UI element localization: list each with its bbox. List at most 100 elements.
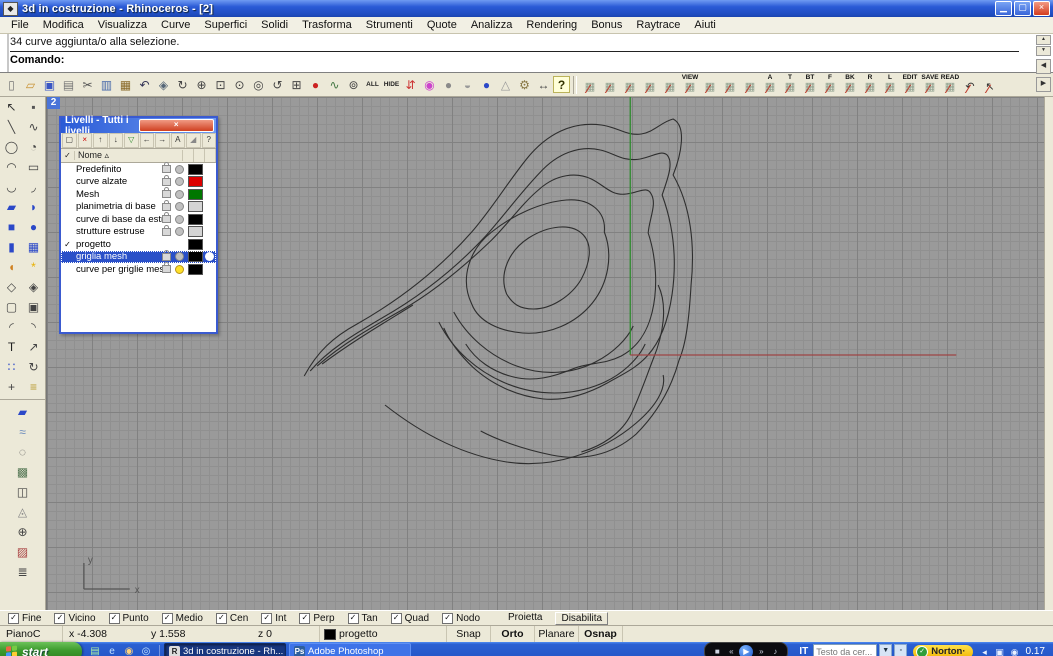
surface-sweep-icon[interactable]: ◗ bbox=[23, 197, 45, 217]
current-layer-chip[interactable]: progetto bbox=[319, 626, 447, 642]
osnap-checkbox-item[interactable]: ✓ Perp bbox=[299, 613, 334, 624]
arc-blend-icon[interactable]: ◞ bbox=[23, 177, 45, 197]
contour-curve[interactable] bbox=[322, 305, 413, 364]
trim-icon[interactable]: ◇ bbox=[1, 277, 23, 297]
layer-help-icon[interactable]: ? bbox=[202, 133, 217, 148]
save-icon[interactable]: ▣ bbox=[40, 75, 59, 94]
layer-color-swatch[interactable] bbox=[188, 189, 203, 200]
layer-color-swatch[interactable] bbox=[188, 164, 203, 175]
task-button[interactable]: R 3d in costruzione - Rh... bbox=[164, 643, 286, 656]
lock-icon[interactable] bbox=[162, 178, 171, 186]
command-scroll-right-button[interactable]: ▶ bbox=[1036, 77, 1051, 92]
contour-curve[interactable] bbox=[317, 175, 655, 379]
dimension-icon[interactable]: ↔ bbox=[534, 75, 553, 94]
osnap-checkbox-item[interactable]: ✓ Tan bbox=[348, 613, 378, 624]
osnap-checkbox-item[interactable]: ✓ Cen bbox=[216, 613, 248, 624]
layer-color-swatch[interactable] bbox=[188, 251, 203, 262]
mesh-undo-icon[interactable]: ↶ ∕ bbox=[960, 74, 980, 96]
undo-icon[interactable]: ↶ bbox=[135, 75, 154, 94]
zoom-lens-icon[interactable]: ◎ bbox=[249, 75, 268, 94]
command-scroll-left-button[interactable]: ◀ bbox=[1036, 59, 1051, 74]
mesh-grid-icon[interactable]: ▦ ∕ bbox=[620, 74, 640, 96]
extrude-icon[interactable]: ▰ bbox=[12, 402, 34, 422]
menu-item[interactable]: Solidi bbox=[254, 19, 295, 31]
checkbox-icon[interactable]: ✓ bbox=[54, 613, 65, 624]
ellipse-icon[interactable]: ◔ bbox=[23, 137, 45, 157]
checkbox-icon[interactable]: ✓ bbox=[261, 613, 272, 624]
cplane-target-icon[interactable]: ⊕ bbox=[12, 522, 34, 542]
media-volume-button[interactable]: ♪ bbox=[769, 645, 781, 656]
media-stop-button[interactable]: ■ bbox=[711, 645, 723, 656]
lock-icon[interactable] bbox=[162, 253, 171, 261]
menu-item[interactable]: Strumenti bbox=[359, 19, 420, 31]
mesh-l-icon[interactable]: L ▦ ∕ bbox=[880, 74, 900, 96]
lock-icon[interactable] bbox=[162, 203, 171, 211]
mesh-point-icon[interactable]: ▦ ∕ bbox=[740, 74, 760, 96]
status-toggle[interactable]: Snap bbox=[447, 626, 491, 642]
layer-arrows-icon[interactable]: ⇵ bbox=[401, 75, 420, 94]
pyramid-icon[interactable]: ◬ bbox=[12, 502, 34, 522]
menu-item[interactable]: Rendering bbox=[519, 19, 584, 31]
viewport-label[interactable]: 2 bbox=[47, 97, 60, 109]
bulb-icon[interactable] bbox=[175, 252, 184, 261]
render-car-icon[interactable]: ● bbox=[306, 75, 325, 94]
planimetria di base[interactable]: planimetria di base bbox=[61, 201, 216, 214]
color-wheel-icon[interactable]: ◉ bbox=[420, 75, 439, 94]
mesh-axis-icon[interactable]: ▦ ∕ bbox=[640, 74, 660, 96]
cut-icon[interactable]: ✂ bbox=[78, 75, 97, 94]
osnap-checkbox-item[interactable]: ✓ Vicino bbox=[54, 613, 95, 624]
language-indicator[interactable]: IT bbox=[799, 646, 808, 656]
lasso-icon[interactable]: ◌ bbox=[12, 442, 34, 462]
curve alzate[interactable]: curve alzate bbox=[61, 176, 216, 189]
layer-color-swatch[interactable] bbox=[188, 176, 203, 187]
array-polar-icon[interactable]: ▣ bbox=[23, 297, 45, 317]
ql-desktop-icon[interactable]: ▤ bbox=[88, 645, 102, 656]
bulb-icon[interactable] bbox=[175, 165, 184, 174]
copy-icon[interactable]: ▥ bbox=[97, 75, 116, 94]
checkbox-icon[interactable]: ✓ bbox=[442, 613, 453, 624]
tray-browser-icon[interactable]: ◉ bbox=[1009, 646, 1021, 656]
move-up-icon[interactable]: ↑ bbox=[93, 133, 108, 148]
mesh-t-icon[interactable]: T ▦ ∕ bbox=[780, 74, 800, 96]
media-play-button[interactable]: ▶ bbox=[739, 645, 753, 656]
menu-item[interactable]: Bonus bbox=[584, 19, 629, 31]
curve-interpolate-icon[interactable]: ∿ bbox=[23, 117, 45, 137]
points-grid-icon[interactable]: ∷ bbox=[1, 357, 23, 377]
polyline-icon[interactable]: ╲ bbox=[1, 117, 23, 137]
media-next-button[interactable]: » bbox=[755, 645, 767, 656]
menu-item[interactable]: Superfici bbox=[197, 19, 254, 31]
zoom-back-icon[interactable]: ↺ bbox=[268, 75, 287, 94]
tray-hide-icon[interactable]: ◂ bbox=[979, 646, 991, 656]
osnap-checkbox-item[interactable]: ✓ Nodo bbox=[442, 613, 480, 624]
mesh-settings-icon[interactable]: ▦ ∕ bbox=[660, 74, 680, 96]
title-bar[interactable]: ◆ 3d in costruzione - Rhinoceros - [2] ▁… bbox=[0, 0, 1053, 17]
rendered-sphere-icon[interactable]: ● bbox=[477, 75, 496, 94]
command-prompt[interactable]: Comando: bbox=[10, 52, 1019, 70]
search-go-icon[interactable]: ▫ bbox=[894, 644, 907, 656]
search-dropdown-icon[interactable]: ▼ bbox=[879, 644, 892, 656]
layer-color-swatch[interactable] bbox=[188, 201, 203, 212]
contour-curve[interactable] bbox=[454, 312, 633, 372]
menu-item[interactable]: Quote bbox=[420, 19, 464, 31]
task-button[interactable]: Ps Adobe Photoshop bbox=[289, 643, 411, 656]
mesh-up-icon[interactable]: ▦ ∕ bbox=[600, 74, 620, 96]
progetto[interactable]: ✓ progetto bbox=[61, 238, 216, 251]
norton-badge[interactable]: ✓ Norton· bbox=[913, 645, 972, 656]
mesh-u-icon[interactable]: ▨ bbox=[12, 542, 34, 562]
bulb-icon[interactable] bbox=[175, 177, 184, 186]
fillet-icon[interactable]: ◜ bbox=[1, 317, 23, 337]
match-a-icon[interactable]: A bbox=[171, 133, 186, 148]
layer-color-swatch[interactable] bbox=[188, 239, 203, 250]
mesh-points-icon[interactable]: ▦ ∕ bbox=[720, 74, 740, 96]
new-layer-icon[interactable]: ▢ bbox=[62, 133, 77, 148]
curve di base da estru...[interactable]: curve di base da estru... bbox=[61, 213, 216, 226]
filter-icon[interactable]: ▽ bbox=[124, 133, 139, 148]
help-icon[interactable]: ? bbox=[553, 76, 570, 93]
mesh-a-icon[interactable]: A ▦ ∕ bbox=[760, 74, 780, 96]
mesh-edit-icon[interactable]: EDIT ▦ ∕ bbox=[900, 74, 920, 96]
mesh-view-icon[interactable]: VIEW ▦ ∕ bbox=[680, 74, 700, 96]
menu-item[interactable]: Raytrace bbox=[629, 19, 687, 31]
contour-curve[interactable] bbox=[310, 149, 674, 400]
offset-curve-icon[interactable]: ◖ bbox=[1, 257, 23, 277]
viewport-layout-icon[interactable]: ⊞ bbox=[287, 75, 306, 94]
